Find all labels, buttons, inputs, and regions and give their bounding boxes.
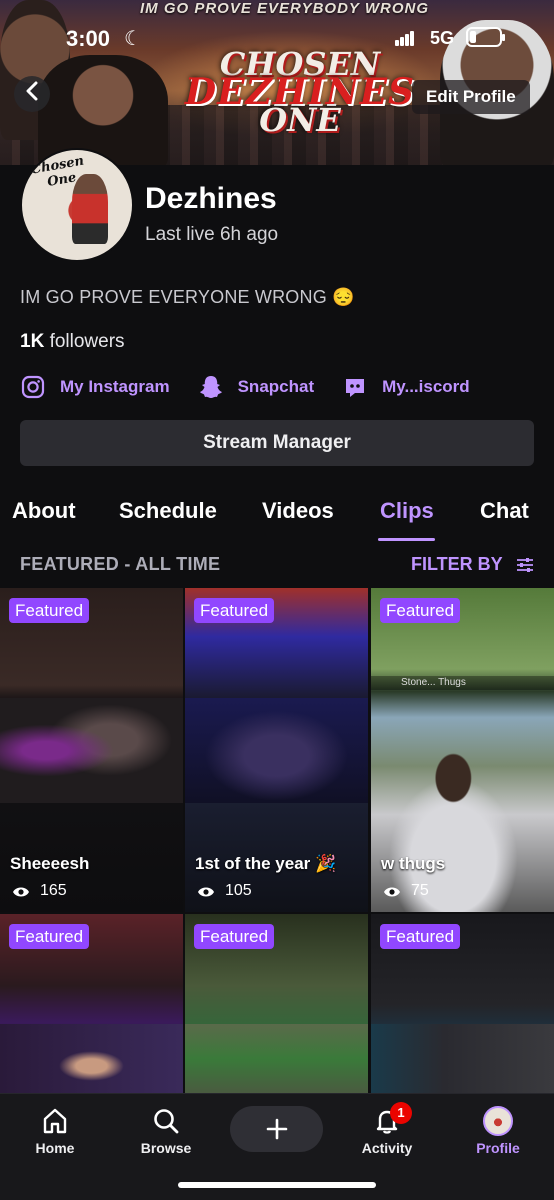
banner-logo: CHOSEN DEZHINES ONE [170, 48, 430, 136]
filter-sliders-icon [515, 555, 535, 575]
followers-count[interactable]: 1K followers [20, 331, 125, 353]
social-link-label: My Instagram [60, 377, 170, 396]
notification-badge: 1 [390, 1102, 412, 1124]
social-link-label: My...iscord [382, 377, 470, 396]
clip-overlay-text: Stone... Thugs [371, 676, 554, 690]
clip-card[interactable]: Featured [185, 914, 368, 1094]
network-type: 5G [430, 28, 455, 48]
clips-section-heading: FEATURED - ALL TIME [20, 554, 221, 574]
tab-videos[interactable]: Videos [262, 498, 334, 524]
featured-badge: Featured [380, 598, 461, 623]
clip-views: 75 [383, 882, 429, 900]
last-live-status: Last live 6h ago [145, 224, 279, 245]
filter-by-label: FILTER BY [411, 554, 503, 574]
back-button[interactable] [14, 76, 50, 112]
profile-avatar[interactable]: Chosen One [20, 148, 134, 262]
clip-title: 1st of the year 🎉 [195, 854, 337, 873]
status-bar: 3:00 ☾ 5G [0, 18, 554, 58]
create-button[interactable] [230, 1106, 323, 1152]
featured-badge: Featured [194, 598, 275, 623]
clip-views: 165 [12, 882, 67, 900]
social-link-discord[interactable]: My...iscord [342, 374, 470, 400]
nav-label: Activity [361, 1140, 413, 1156]
filter-by-button[interactable]: FILTER BY [411, 554, 535, 575]
social-link-instagram[interactable]: My Instagram [20, 374, 170, 400]
active-tab-indicator [378, 538, 435, 541]
clip-views: 105 [197, 882, 252, 900]
featured-badge: Featured [380, 924, 461, 949]
featured-badge: Featured [194, 924, 275, 949]
clip-thumbnail [0, 1024, 183, 1094]
avatar-person [72, 174, 108, 244]
clip-card[interactable]: Stone... Thugs Featured w thugs 75 [371, 588, 554, 912]
nav-label: Browse [140, 1140, 192, 1156]
avatar [483, 1106, 513, 1136]
nav-activity[interactable]: 1 Activity [342, 1102, 432, 1156]
home-indicator [178, 1182, 376, 1188]
clip-title: w thugs [381, 854, 446, 873]
username: Dezhines [145, 182, 277, 215]
clip-thumbnail [0, 698, 183, 803]
nav-home[interactable]: Home [10, 1106, 100, 1156]
clip-card[interactable]: Featured 1st of the year 🎉 105 [185, 588, 368, 912]
eye-icon [12, 885, 30, 897]
featured-badge: Featured [9, 924, 90, 949]
profile-tabs: About Schedule Videos Clips Chat [0, 498, 554, 544]
social-link-label: Snapchat [237, 377, 315, 396]
social-links: My Instagram Snapchat My...iscord [20, 372, 498, 402]
nav-profile[interactable]: Profile [453, 1106, 543, 1156]
tab-schedule[interactable]: Schedule [119, 498, 217, 524]
search-icon [154, 1109, 179, 1134]
clip-card[interactable]: Featured Sheeeesh 165 [0, 588, 183, 912]
eye-icon [197, 885, 215, 897]
tab-about[interactable]: About [12, 498, 76, 524]
tab-clips[interactable]: Clips [380, 498, 434, 524]
clip-thumbnail [185, 1024, 368, 1094]
home-icon [43, 1108, 67, 1134]
edit-profile-button[interactable]: Edit Profile [412, 80, 530, 114]
tab-chat[interactable]: Chat [480, 498, 529, 524]
nav-browse[interactable]: Browse [121, 1106, 211, 1156]
snapchat-icon [198, 374, 224, 400]
stream-manager-button[interactable]: Stream Manager [20, 420, 534, 466]
nav-label: Home [35, 1140, 75, 1156]
status-time: 3:00 [66, 26, 111, 51]
clip-card[interactable]: Featured [371, 914, 554, 1094]
nav-label: Profile [476, 1140, 520, 1156]
battery-icon [466, 27, 505, 47]
moon-icon: ☾ [124, 28, 142, 50]
eye-icon [383, 885, 401, 897]
social-link-snapchat[interactable]: Snapchat [198, 374, 315, 400]
banner-person-center [38, 55, 168, 165]
featured-badge: Featured [9, 598, 90, 623]
discord-icon [342, 374, 368, 400]
instagram-icon [20, 374, 46, 400]
clip-thumbnail [185, 698, 368, 803]
plus-icon [266, 1118, 287, 1140]
clip-card[interactable]: Featured [0, 914, 183, 1094]
clip-title: Sheeeesh [10, 854, 90, 873]
banner-top-text: IM GO PROVE EVERYBODY WRONG [140, 0, 429, 17]
signal-icon [395, 30, 415, 46]
profile-bio: IM GO PROVE EVERYONE WRONG 😔 [20, 287, 355, 307]
clip-thumbnail [371, 1024, 554, 1094]
chevron-left-icon [25, 81, 39, 107]
